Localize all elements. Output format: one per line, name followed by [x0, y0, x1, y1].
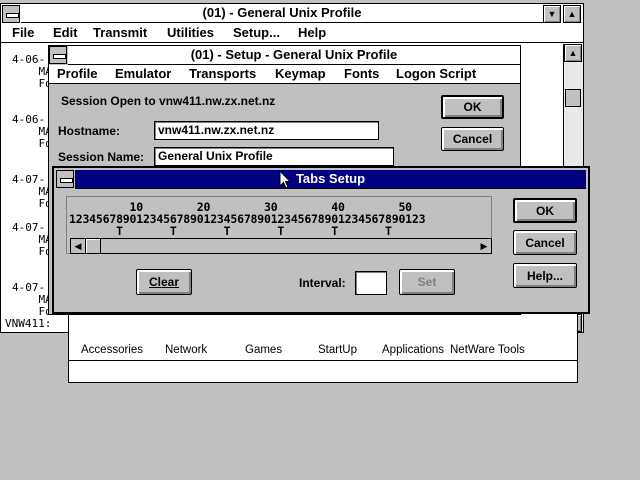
terminal-menubar: File Edit Transmit Utilities Setup... He…: [1, 24, 583, 43]
clear-button[interactable]: Clear: [136, 269, 192, 295]
interval-label: Interval:: [299, 276, 346, 290]
terminal-status-line: VNW411:: [5, 317, 52, 330]
hscroll-thumb[interactable]: [85, 238, 101, 254]
minimize-icon: ▼: [547, 8, 557, 19]
tab-ruler[interactable]: 10 20 30 40 50 1234567890123456789012345…: [66, 196, 492, 254]
group-hscroll-line: [69, 360, 577, 361]
tabs-system-menu-icon[interactable]: [56, 170, 74, 188]
scroll-left-button[interactable]: ◀: [71, 239, 85, 253]
ruler-digits: 1234567890123456789012345678901234567890…: [69, 213, 426, 225]
group-netware-tools[interactable]: NetWare Tools: [450, 344, 525, 356]
hostname-input[interactable]: vnw411.nw.zx.net.nz: [154, 121, 379, 140]
menu-help[interactable]: Help: [298, 24, 326, 42]
ruler-tab-stops[interactable]: T T T T T T: [69, 225, 489, 237]
group-applications[interactable]: Applications: [382, 344, 444, 356]
menu-transmit[interactable]: Transmit: [93, 24, 147, 42]
scroll-up-button[interactable]: ▲: [564, 44, 582, 62]
setup-ok-button[interactable]: OK: [441, 95, 504, 119]
group-network[interactable]: Network: [165, 344, 207, 356]
session-name-input[interactable]: General Unix Profile: [154, 147, 394, 166]
setup-cancel-button[interactable]: Cancel: [441, 127, 504, 151]
hostname-label: Hostname:: [58, 124, 121, 138]
menu-utilities[interactable]: Utilities: [167, 24, 214, 42]
group-accessories[interactable]: Accessories: [81, 344, 143, 356]
set-button[interactable]: Set: [399, 269, 455, 295]
group-startup[interactable]: StartUp: [318, 344, 357, 356]
minimize-button[interactable]: ▼: [543, 5, 561, 23]
menu-keymap[interactable]: Keymap: [275, 65, 326, 83]
menu-edit[interactable]: Edit: [53, 24, 78, 42]
setup-title: (01) - Setup - General Unix Profile: [68, 46, 520, 65]
scroll-right-button[interactable]: ▶: [477, 239, 491, 253]
terminal-title: (01) - General Unix Profile: [21, 4, 543, 23]
menu-file[interactable]: File: [12, 24, 34, 42]
menu-fonts[interactable]: Fonts: [344, 65, 379, 83]
maximize-icon: ▲: [567, 8, 577, 19]
setup-menubar: Profile Emulator Transports Keymap Fonts…: [49, 65, 520, 84]
arrow-left-icon: ◀: [74, 240, 82, 251]
arrow-right-icon: ▶: [480, 240, 488, 251]
tabs-dialog-title: Tabs Setup: [75, 170, 586, 189]
tabs-setup-dialog: Tabs Setup 10 20 30 40 50 12345678901234…: [52, 166, 590, 314]
menu-profile[interactable]: Profile: [57, 65, 97, 83]
session-status-text: Session Open to vnw411.nw.zx.net.nz: [61, 94, 276, 108]
setup-system-menu-icon[interactable]: [49, 46, 67, 64]
arrow-up-icon: ▲: [568, 47, 578, 58]
menu-setup[interactable]: Setup...: [233, 24, 280, 42]
menu-logon-script[interactable]: Logon Script: [396, 65, 476, 83]
scroll-thumb[interactable]: [565, 89, 581, 107]
interval-input[interactable]: [355, 271, 387, 295]
session-name-label: Session Name:: [58, 150, 145, 164]
group-games[interactable]: Games: [245, 344, 282, 356]
tabs-ok-button[interactable]: OK: [513, 198, 577, 223]
mouse-cursor-icon: [279, 170, 291, 189]
terminal-system-menu-icon[interactable]: [2, 5, 20, 23]
maximize-button[interactable]: ▲: [563, 5, 581, 23]
tabs-help-button[interactable]: Help...: [513, 263, 577, 288]
ruler-numbers: 10 20 30 40 50: [69, 201, 413, 213]
tabs-cancel-button[interactable]: Cancel: [513, 230, 577, 255]
menu-emulator[interactable]: Emulator: [115, 65, 171, 83]
ruler-hscrollbar[interactable]: ◀ ▶: [70, 238, 492, 254]
menu-transports[interactable]: Transports: [189, 65, 256, 83]
